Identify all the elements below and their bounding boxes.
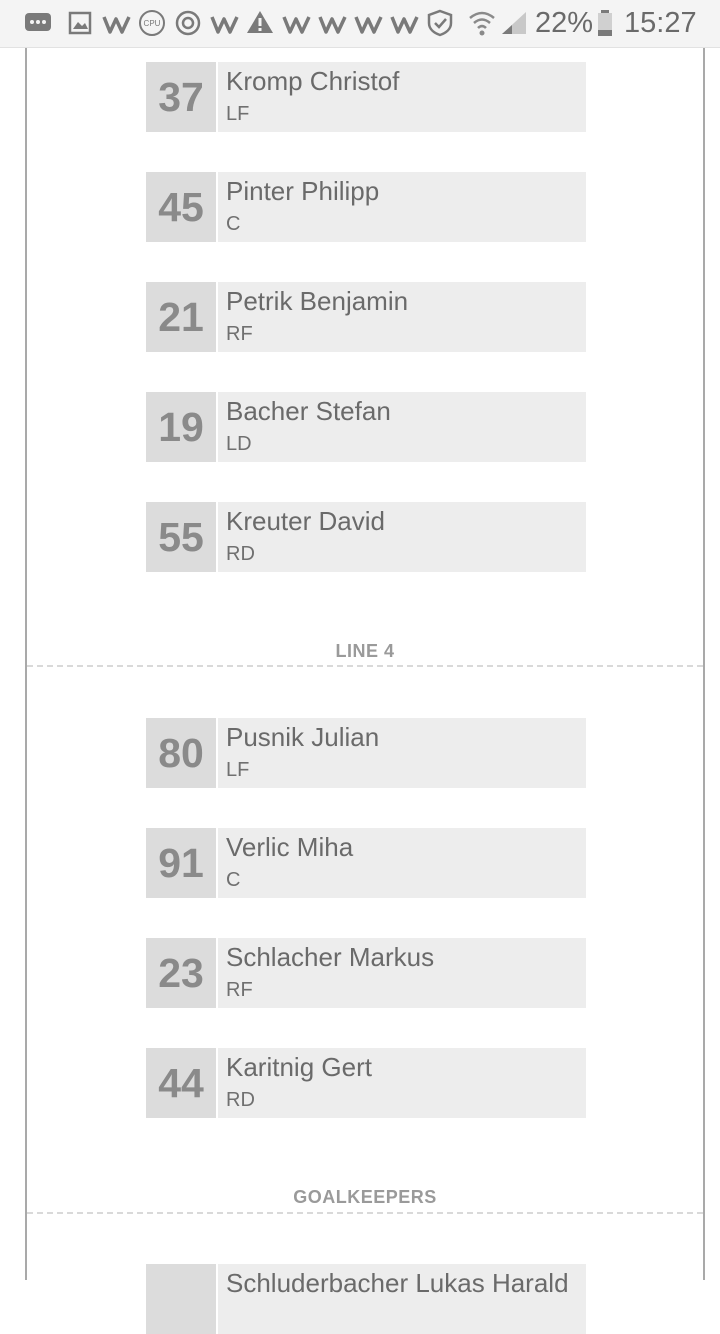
player-card[interactable]: 45 Pinter Philipp C — [146, 172, 586, 242]
battery-percent: 22% — [535, 7, 594, 39]
jersey-number: 91 — [146, 828, 216, 898]
section-title-line-4: LINE 4 — [335, 641, 395, 661]
player-name: Schlacher Markus — [226, 942, 435, 972]
player-card[interactable]: Schluderbacher Lukas Harald — [146, 1264, 586, 1334]
player-card[interactable]: 21 Petrik Benjamin RF — [146, 282, 586, 352]
player-info: Bacher Stefan LD — [218, 392, 586, 462]
player-card[interactable]: 44 Karitnig Gert RD — [146, 1048, 586, 1118]
player-name: Schluderbacher Lukas Harald — [226, 1268, 569, 1298]
jersey-number: 19 — [146, 392, 216, 462]
player-card[interactable]: 80 Pusnik Julian LF — [146, 718, 586, 788]
jersey-number: 45 — [146, 172, 216, 242]
image-icon — [68, 11, 92, 35]
player-card[interactable]: 91 Verlic Miha C — [146, 828, 586, 898]
message-icon — [25, 13, 51, 31]
w-app-icon — [354, 16, 383, 34]
player-card[interactable]: 37 Kromp Christof LF — [146, 62, 586, 132]
player-card[interactable]: 19 Bacher Stefan LD — [146, 392, 586, 462]
player-name: Kreuter David — [226, 506, 385, 536]
jersey-number: 44 — [146, 1048, 216, 1118]
player-position: RF — [226, 323, 253, 345]
player-info: Pusnik Julian LF — [218, 718, 586, 788]
battery-icon — [598, 10, 612, 36]
jersey-number — [146, 1264, 216, 1334]
player-info: Kromp Christof LF — [218, 62, 586, 132]
jersey-number: 55 — [146, 502, 216, 572]
warning-icon — [247, 11, 273, 33]
w-app-icon — [318, 16, 347, 34]
player-position: LF — [226, 759, 250, 781]
player-info: Schlacher Markus RF — [218, 938, 586, 1008]
w-app-icon — [282, 16, 311, 34]
clock: 15:27 — [624, 7, 697, 39]
player-info: Petrik Benjamin RF — [218, 282, 586, 352]
sync-icon — [175, 10, 201, 36]
shield-check-icon — [427, 9, 453, 37]
w-app-icon — [210, 16, 239, 34]
player-card[interactable]: 55 Kreuter David RD — [146, 502, 586, 572]
player-info: Kreuter David RD — [218, 502, 586, 572]
w-app-icon — [390, 16, 419, 34]
section-title-goalkeepers: GOALKEEPERS — [293, 1187, 437, 1207]
player-position: LF — [226, 103, 250, 125]
player-position: C — [226, 213, 241, 235]
wifi-icon — [469, 11, 495, 36]
status-bar: CPU 22% 15:27 — [0, 0, 720, 48]
w-app-icon — [102, 16, 131, 34]
player-name: Bacher Stefan — [226, 396, 391, 426]
player-name: Karitnig Gert — [226, 1052, 372, 1082]
jersey-number: 23 — [146, 938, 216, 1008]
player-position: RF — [226, 979, 253, 1001]
player-position: RD — [226, 543, 255, 565]
jersey-number: 37 — [146, 62, 216, 132]
player-position: LD — [226, 433, 252, 455]
player-position: RD — [226, 1089, 255, 1111]
player-name: Pinter Philipp — [226, 176, 380, 206]
player-info: Karitnig Gert RD — [218, 1048, 586, 1118]
player-info: Verlic Miha C — [218, 828, 586, 898]
player-name: Petrik Benjamin — [226, 286, 409, 316]
player-info: Schluderbacher Lukas Harald — [218, 1264, 586, 1334]
jersey-number: 21 — [146, 282, 216, 352]
jersey-number: 80 — [146, 718, 216, 788]
player-name: Kromp Christof — [226, 66, 400, 96]
player-name: Pusnik Julian — [226, 722, 380, 752]
player-position: C — [226, 869, 241, 891]
player-info: Pinter Philipp C — [218, 172, 586, 242]
player-name: Verlic Miha — [226, 832, 354, 862]
signal-icon — [502, 12, 526, 34]
svg-text:CPU: CPU — [144, 19, 161, 28]
section-divider — [27, 1212, 703, 1214]
player-card[interactable]: 23 Schlacher Markus RF — [146, 938, 586, 1008]
section-divider — [27, 665, 703, 667]
cpu-icon: CPU — [139, 10, 165, 36]
